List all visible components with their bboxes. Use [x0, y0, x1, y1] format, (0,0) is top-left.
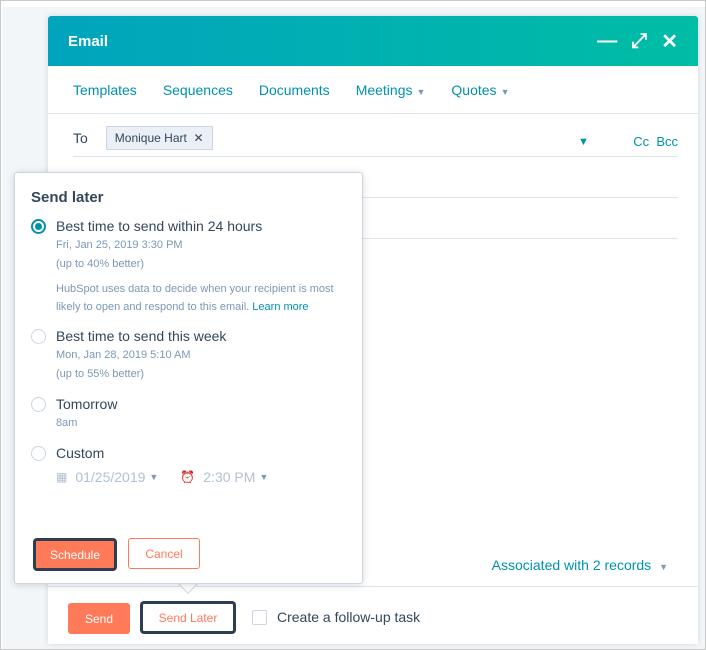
nav-meetings-label: Meetings	[355, 81, 413, 98]
window-title: Email	[68, 32, 109, 50]
option-date: Mon, Jan 28, 2019 5:10 AM	[56, 349, 191, 361]
associated-label: Associated with 2 records	[491, 557, 652, 573]
send-later-popover: Send later Best time to send within 24 h…	[14, 172, 363, 584]
associated-records-dropdown[interactable]: Associated with 2 records ▼	[492, 557, 668, 573]
email-header: Email — ⤢ ✕	[48, 16, 698, 66]
recipient-name: Monique Hart	[114, 131, 187, 145]
footer: Send Send Later Create a follow-up task	[48, 586, 698, 644]
option-custom[interactable]: Custom	[31, 445, 346, 461]
bcc-link[interactable]: Bcc	[656, 134, 678, 149]
minimize-icon[interactable]: —	[597, 30, 617, 53]
chevron-down-icon: ▼	[149, 472, 159, 482]
recipient-dropdown-icon[interactable]: ▼	[578, 136, 589, 148]
follow-up-label: Create a follow-up task	[277, 609, 421, 625]
time-picker[interactable]: 2:30 PM	[203, 469, 255, 485]
nav-meetings[interactable]: Meetings ▼	[356, 82, 426, 98]
follow-up-option[interactable]: Create a follow-up task	[252, 609, 420, 625]
option-label: Tomorrow	[56, 396, 118, 412]
option-improvement: (up to 40% better)	[56, 258, 145, 270]
nav-quotes-label: Quotes	[451, 81, 497, 98]
option-label: Best time to send within 24 hours	[56, 218, 263, 234]
option-improvement: (up to 55% better)	[56, 368, 145, 380]
send-later-button[interactable]: Send Later	[140, 601, 236, 634]
nav-sequences[interactable]: Sequences	[163, 82, 233, 98]
option-date: Fri, Jan 25, 2019 3:30 PM	[56, 239, 183, 251]
option-tomorrow[interactable]: Tomorrow	[31, 396, 346, 412]
option-24-hours[interactable]: Best time to send within 24 hours	[31, 218, 346, 234]
cc-link[interactable]: Cc	[633, 134, 649, 149]
schedule-button[interactable]: Schedule	[33, 538, 117, 571]
radio[interactable]	[31, 328, 46, 344]
chevron-down-icon: ▼	[500, 86, 510, 97]
toolbar-nav: Templates Sequences Documents Meetings ▼ …	[48, 66, 698, 114]
close-icon[interactable]: ✕	[661, 29, 678, 54]
chevron-down-icon: ▼	[416, 86, 426, 97]
chevron-down-icon: ▼	[659, 562, 668, 572]
learn-more-link[interactable]: Learn more	[252, 301, 308, 313]
calendar-icon: ▦	[56, 470, 68, 484]
option-label: Custom	[56, 445, 105, 461]
send-button[interactable]: Send	[68, 603, 130, 634]
nav-documents[interactable]: Documents	[259, 82, 330, 98]
popover-title: Send later	[31, 189, 104, 206]
radio[interactable]	[31, 396, 46, 412]
date-picker[interactable]: 01/25/2019	[75, 469, 145, 485]
cc-bcc: Cc Bcc	[633, 134, 678, 149]
alarm-clock-icon: ⏰	[180, 470, 196, 484]
follow-up-checkbox[interactable]	[252, 609, 267, 625]
custom-datetime: ▦ 01/25/2019 ▼ ⏰ 2:30 PM ▼	[56, 469, 346, 485]
nav-templates[interactable]: Templates	[73, 82, 137, 98]
to-label: To	[73, 130, 88, 146]
option-this-week[interactable]: Best time to send this week	[31, 328, 346, 344]
cancel-button[interactable]: Cancel	[128, 538, 200, 569]
nav-quotes[interactable]: Quotes ▼	[451, 82, 509, 98]
remove-icon[interactable]: ✕	[190, 131, 204, 145]
recipient-chip[interactable]: Monique Hart ✕	[105, 126, 213, 150]
option-label: Best time to send this week	[56, 328, 227, 344]
option-date: 8am	[56, 417, 78, 429]
chevron-down-icon: ▼	[259, 472, 269, 482]
expand-icon[interactable]: ⤢	[631, 30, 647, 53]
radio[interactable]	[31, 445, 46, 461]
option-description: HubSpot uses data to decide when your re…	[56, 280, 346, 316]
radio-selected[interactable]	[31, 218, 46, 234]
